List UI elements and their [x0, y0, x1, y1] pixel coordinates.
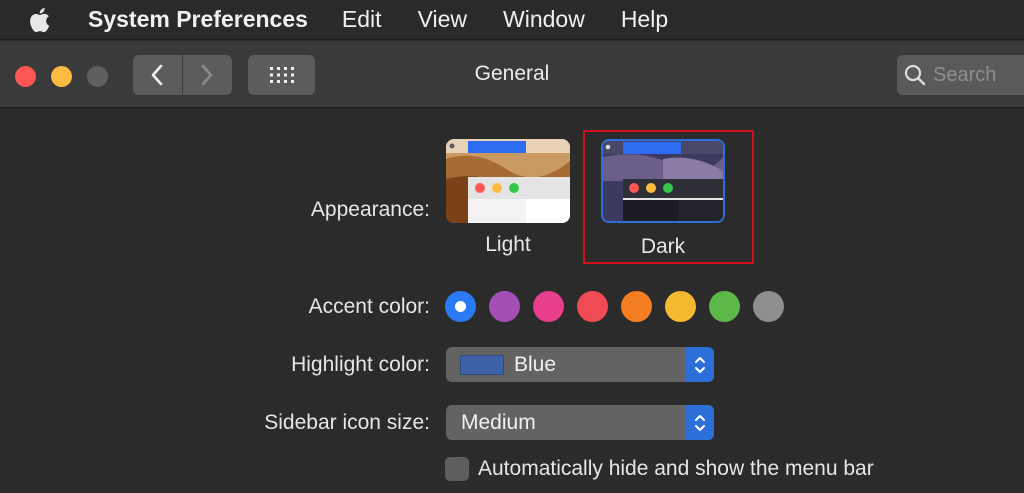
menu-app-name[interactable]: System Preferences — [88, 6, 308, 33]
chevron-up-down-icon — [694, 356, 705, 373]
light-appearance-preview-icon — [446, 139, 570, 223]
accent-color-swatch[interactable] — [709, 291, 740, 322]
accent-color-swatch[interactable] — [577, 291, 608, 322]
sidebar-icon-size-value: Medium — [461, 410, 536, 434]
sidebar-icon-size-stepper[interactable] — [685, 405, 714, 440]
accent-color-swatch[interactable] — [533, 291, 564, 322]
menu-view[interactable]: View — [418, 6, 467, 33]
accent-color-swatch[interactable] — [489, 291, 520, 322]
search-icon — [904, 64, 926, 86]
search-input[interactable]: Search — [897, 55, 1024, 95]
highlight-color-value: Blue — [514, 352, 557, 376]
sidebar-icon-size-label: Sidebar icon size: — [264, 411, 430, 434]
menu-edit[interactable]: Edit — [342, 6, 382, 33]
appearance-light-label: Light — [485, 233, 531, 256]
dark-appearance-preview-icon — [603, 141, 723, 221]
accent-color-label: Accent color: — [308, 295, 430, 318]
sidebar-icon-size-select[interactable]: Medium — [446, 405, 714, 440]
selected-indicator — [455, 301, 466, 312]
menu-window[interactable]: Window — [503, 6, 585, 33]
accent-color-swatch[interactable] — [753, 291, 784, 322]
apple-icon[interactable] — [26, 5, 52, 35]
highlight-color-swatch — [460, 354, 504, 375]
highlight-color-select[interactable]: Blue — [446, 347, 714, 382]
appearance-light-option[interactable] — [446, 139, 570, 223]
chevron-up-down-icon — [694, 414, 705, 431]
accent-color-swatch[interactable] — [665, 291, 696, 322]
appearance-dark-option[interactable] — [601, 139, 725, 223]
accent-color-swatch[interactable] — [621, 291, 652, 322]
highlight-color-label: Highlight color: — [291, 353, 430, 376]
autohide-menubar-checkbox[interactable] — [445, 457, 469, 481]
accent-color-swatch[interactable] — [445, 291, 476, 322]
window-title: General — [474, 62, 550, 85]
appearance-label: Appearance: — [310, 198, 430, 221]
menu-help[interactable]: Help — [621, 6, 668, 33]
highlight-color-stepper[interactable] — [685, 347, 714, 382]
appearance-dark-label: Dark — [640, 235, 686, 258]
search-placeholder: Search — [933, 63, 997, 86]
autohide-menubar-label[interactable]: Automatically hide and show the menu bar — [478, 457, 874, 481]
menu-bar: System Preferences Edit View Window Help — [0, 0, 1024, 40]
